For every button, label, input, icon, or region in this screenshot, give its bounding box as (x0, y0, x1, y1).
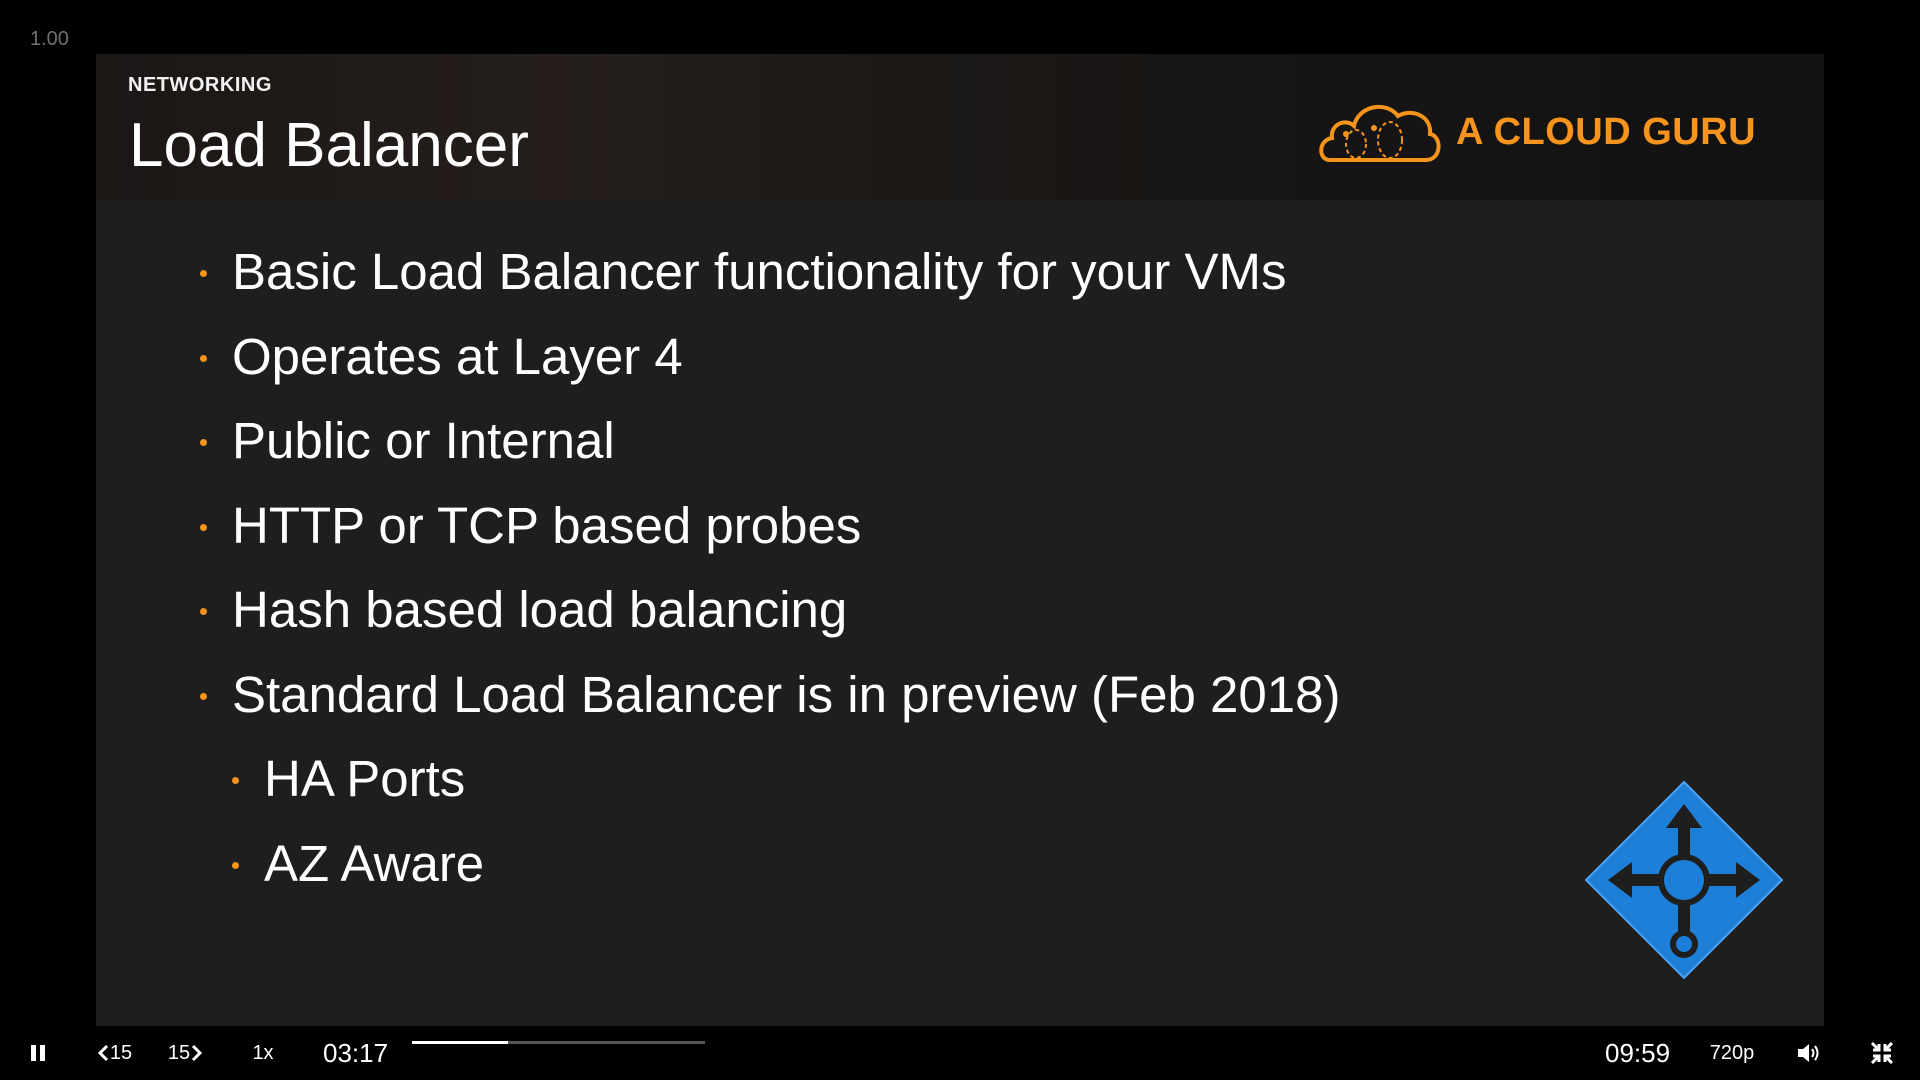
current-time: 03:17 (323, 1037, 389, 1068)
bullet-text: HTTP or TCP based probes (232, 496, 862, 554)
sub-list-item: HA Ports (232, 749, 1340, 834)
sub-list-item: AZ Aware (232, 834, 1340, 919)
bullet-dot (200, 692, 207, 700)
bullet-list: Basic Load Balancer functionality for yo… (200, 242, 1340, 918)
bullet-dot (200, 270, 207, 277)
bullet-text: Standard Load Balancer is in preview (Fe… (232, 665, 1341, 723)
video-frame-slide[interactable]: NETWORKING Load Balancer A CLOUD GURU Ba… (96, 54, 1824, 1026)
bullet-dot (200, 354, 207, 362)
bullet-dot (200, 523, 207, 531)
forward-label: 15 (167, 1041, 191, 1064)
list-item: Standard Load Balancer is in preview (Fe… (200, 665, 1340, 750)
rewind-15-button[interactable]: 15 (94, 1026, 134, 1080)
exit-fullscreen-button[interactable] (1868, 1026, 1896, 1080)
sub-bullet-text: HA Ports (264, 750, 466, 807)
exit-fullscreen-icon (1871, 1042, 1893, 1064)
cloud-logo-icon (1319, 105, 1441, 162)
brand-name: A CLOUD GURU (1456, 110, 1757, 153)
bullet-text: Basic Load Balancer functionality for yo… (232, 243, 1287, 300)
pause-icon (31, 1045, 45, 1061)
list-item: Public or Internal (200, 411, 1340, 496)
rewind-15-icon (97, 1044, 108, 1062)
bullet-text: Hash based load balancing (232, 581, 848, 638)
seek-bar[interactable] (412, 1041, 705, 1044)
pause-button[interactable] (22, 1026, 54, 1080)
bullet-dot (232, 861, 239, 869)
section-label: NETWORKING (128, 74, 272, 96)
bullet-text: Public or Internal (232, 412, 615, 469)
duration: 09:59 (1605, 1037, 1671, 1068)
quality-button[interactable]: 720p (1704, 1026, 1760, 1080)
slide-header: NETWORKING Load Balancer A CLOUD GURU (96, 54, 1824, 200)
brand-logo: A CLOUD GURU (1316, 92, 1756, 172)
forward-15-icon (192, 1044, 203, 1062)
seek-bar-progress (412, 1041, 509, 1044)
forward-15-button[interactable]: 15 (166, 1026, 206, 1080)
volume-button[interactable] (1794, 1026, 1826, 1080)
bullet-text: Operates at Layer 4 (232, 327, 683, 385)
load-balancer-icon (1584, 780, 1784, 980)
playback-rate-indicator: 1.00 (30, 28, 69, 50)
player-controls: 15 15 1x 03:17 09:59 720p (0, 1026, 1920, 1080)
rewind-label: 15 (109, 1041, 133, 1064)
bullet-dot (200, 439, 207, 446)
slide-title: Load Balancer (129, 111, 529, 180)
list-item: Hash based load balancing (200, 580, 1340, 665)
playback-rate-button[interactable]: 1x (244, 1026, 282, 1080)
sub-bullet-text: AZ Aware (264, 834, 485, 892)
video-player[interactable]: 1.00 NETWORKING Load Balancer A CLOUD GU… (0, 0, 1920, 1080)
quality-label: 720p (1709, 1041, 1755, 1064)
list-item: Operates at Layer 4 (200, 327, 1340, 412)
playback-rate-label: 1x (252, 1041, 274, 1064)
list-item: Basic Load Balancer functionality for yo… (200, 242, 1340, 327)
volume-icon (1798, 1044, 1819, 1062)
bullet-dot (232, 777, 239, 784)
bullet-dot (200, 608, 207, 615)
list-item: HTTP or TCP based probes (200, 496, 1340, 581)
